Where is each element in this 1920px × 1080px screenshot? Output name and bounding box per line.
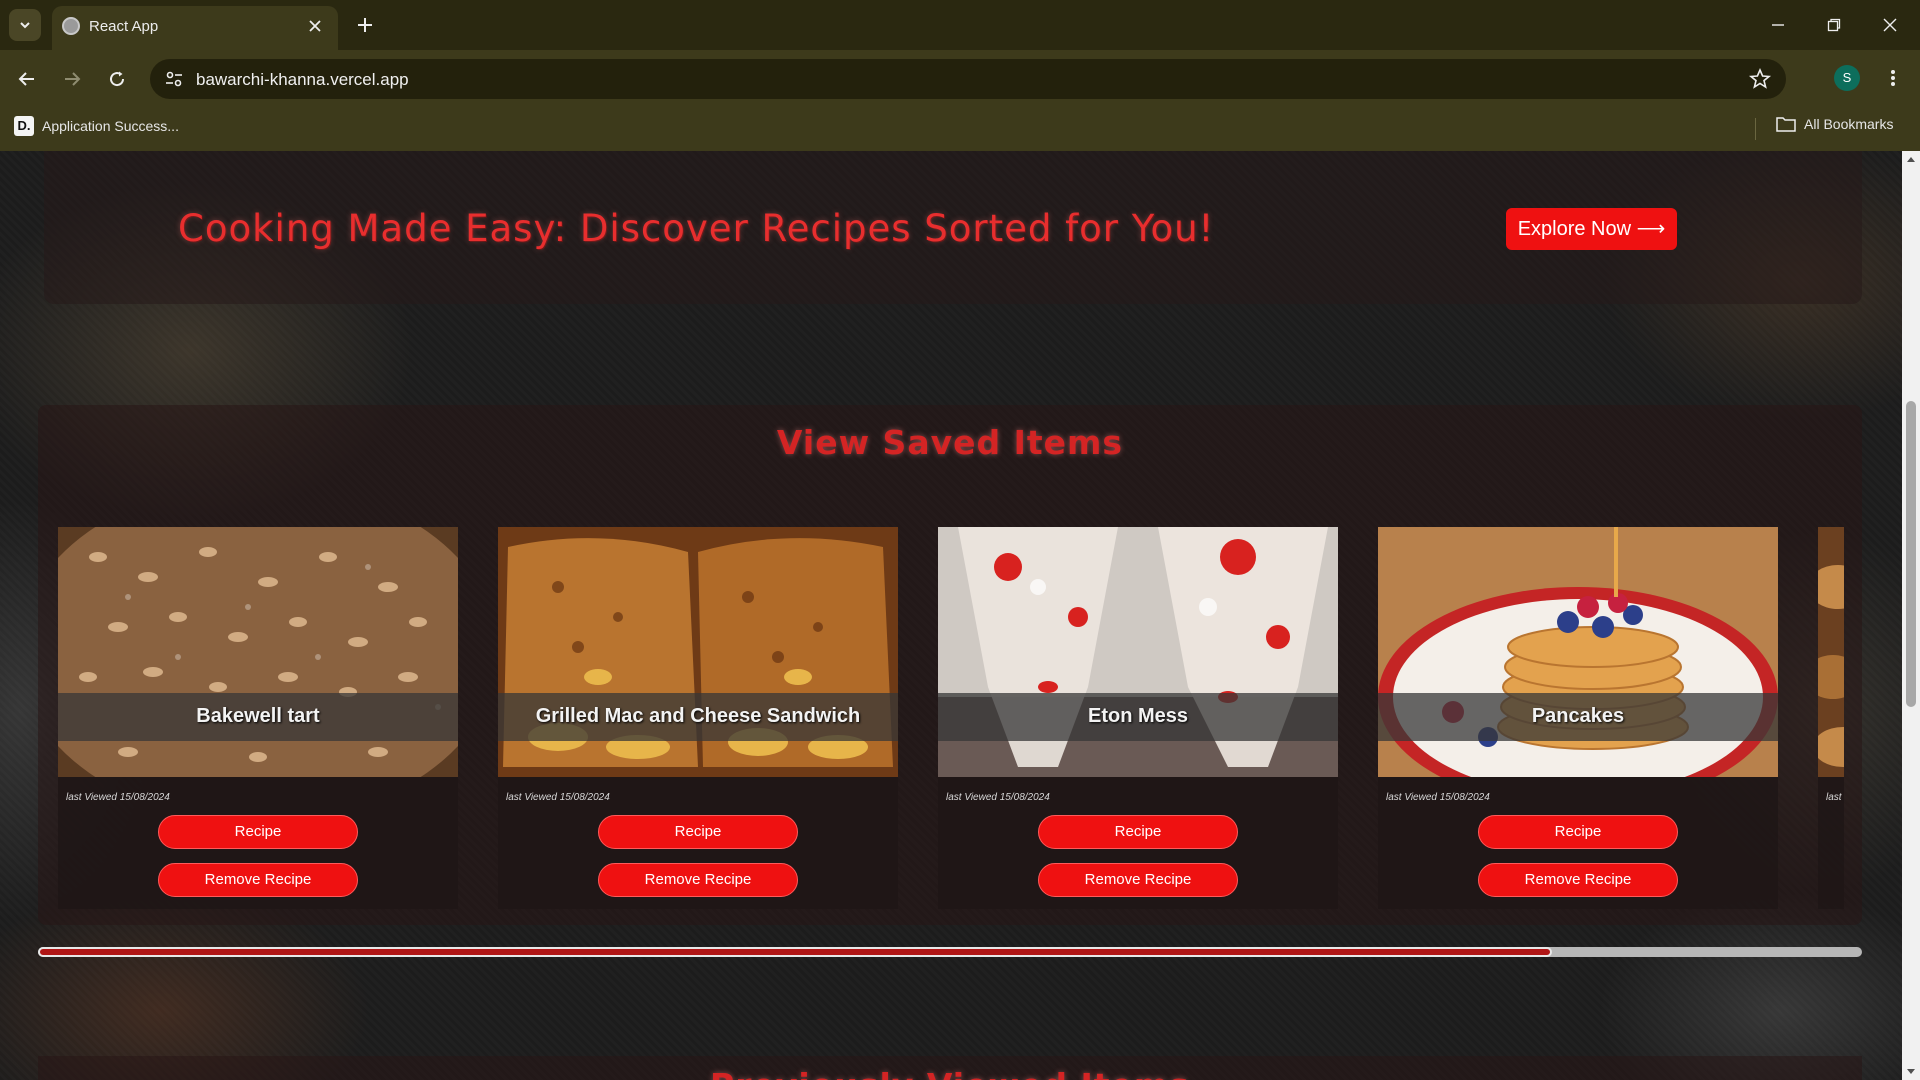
last-viewed-date: last Viewed 15/08/2024 (1386, 792, 1490, 803)
profile-avatar[interactable]: S (1834, 65, 1860, 91)
close-icon (1883, 18, 1897, 32)
reload-icon (110, 71, 125, 87)
recipe-card: Eton Mess last Viewed 15/08/2024 Recipe … (938, 527, 1338, 909)
scroll-up-arrow-icon[interactable] (1906, 155, 1916, 165)
close-icon (309, 20, 321, 32)
site-settings-icon[interactable] (164, 69, 184, 89)
minimize-icon (1772, 24, 1784, 26)
restore-icon (1827, 18, 1841, 32)
recipe-name: Grilled Mac and Cheese Sandwich (535, 705, 861, 727)
tab-strip: React App (0, 0, 1920, 50)
bookmarks-bar: D. Application Success... All Bookmarks (0, 108, 1920, 151)
carousel-scrollbar[interactable] (38, 947, 1862, 957)
recipe-name: Eton Mess (1087, 705, 1189, 727)
remove-recipe-button[interactable]: Remove Recipe (1038, 863, 1238, 897)
recipe-name: Pancakes (1531, 705, 1625, 727)
arrow-right-icon (65, 72, 81, 86)
recipe-button[interactable]: Recipe (598, 815, 798, 849)
last-viewed-date: last Viewed 15/08/2024 (946, 792, 1050, 803)
bookmark-label: Application Success... (42, 118, 179, 134)
carousel-scrollbar-thumb[interactable] (38, 947, 1552, 957)
recipe-button[interactable]: Recipe (158, 815, 358, 849)
last-viewed-date: last Vie (1826, 792, 1844, 803)
bookmark-favicon: D. (14, 116, 34, 136)
scroll-down-arrow-icon[interactable] (1906, 1066, 1916, 1076)
tab-active[interactable]: React App (52, 6, 338, 50)
recipe-card: Grilled Mac and Cheese Sandwich last Vie… (498, 527, 898, 909)
close-window-button[interactable] (1870, 8, 1910, 42)
more-vertical-icon (1891, 70, 1895, 86)
globe-icon (62, 17, 80, 35)
forward-button[interactable] (54, 61, 90, 97)
last-viewed-date: last Viewed 15/08/2024 (66, 792, 170, 803)
page-scrollbar-thumb[interactable] (1906, 401, 1916, 707)
tab-search-button[interactable] (9, 9, 41, 41)
arrow-left-icon (18, 72, 34, 86)
recipe-card: Pancakes last Viewed 15/08/2024 Recipe R… (1378, 527, 1778, 909)
hero-title: Cooking Made Easy: Discover Recipes Sort… (178, 207, 1215, 250)
browser-chrome: React App bawarchi-khanna.vercel.app S D… (0, 0, 1920, 151)
previously-viewed-section: Previously Viewed Items (38, 1056, 1862, 1080)
remove-recipe-button[interactable]: Remove Recipe (598, 863, 798, 897)
url-text: bawarchi-khanna.vercel.app (196, 70, 409, 89)
plus-icon (358, 18, 372, 32)
hero-banner: Cooking Made Easy: Discover Recipes Sort… (44, 151, 1862, 304)
tab-title: React App (89, 18, 159, 35)
previously-viewed-title: Previously Viewed Items (38, 1066, 1862, 1080)
reload-button[interactable] (99, 61, 135, 97)
minimize-button[interactable] (1758, 8, 1798, 42)
all-bookmarks-button[interactable]: All Bookmarks (1776, 116, 1893, 132)
remove-recipe-button[interactable]: Remove Recipe (1478, 863, 1678, 897)
browser-toolbar: bawarchi-khanna.vercel.app S (0, 50, 1920, 108)
back-button[interactable] (9, 61, 45, 97)
address-bar[interactable]: bawarchi-khanna.vercel.app (150, 59, 1786, 99)
recipe-card: last Vie (1818, 527, 1844, 909)
saved-items-carousel[interactable]: Bakewell tart last Viewed 15/08/2024 Rec… (58, 527, 1844, 911)
page-scrollbar[interactable] (1902, 151, 1920, 1080)
chevron-down-icon (20, 22, 30, 29)
recipe-image (1818, 527, 1844, 777)
recipe-button[interactable]: Recipe (1038, 815, 1238, 849)
explore-now-button[interactable]: Explore Now ⟶ (1506, 208, 1677, 250)
restore-button[interactable] (1814, 8, 1854, 42)
saved-items-section: View Saved Items Bakewell tart last View… (38, 405, 1862, 925)
page-viewport: Cooking Made Easy: Discover Recipes Sort… (0, 151, 1902, 1080)
bookmark-star-icon[interactable] (1748, 67, 1772, 91)
recipe-name: Bakewell tart (196, 705, 320, 727)
tab-close-button[interactable] (304, 15, 326, 37)
folder-icon (1776, 117, 1796, 132)
remove-recipe-button[interactable]: Remove Recipe (158, 863, 358, 897)
all-bookmarks-label: All Bookmarks (1804, 116, 1894, 132)
recipe-card: Bakewell tart last Viewed 15/08/2024 Rec… (58, 527, 458, 909)
browser-menu-button[interactable] (1880, 65, 1906, 91)
bookmark-item[interactable]: D. Application Success... (14, 116, 179, 136)
bookmarks-divider (1755, 118, 1756, 140)
saved-items-title: View Saved Items (776, 423, 1124, 462)
last-viewed-date: last Viewed 15/08/2024 (506, 792, 610, 803)
recipe-button[interactable]: Recipe (1478, 815, 1678, 849)
new-tab-button[interactable] (352, 12, 378, 38)
